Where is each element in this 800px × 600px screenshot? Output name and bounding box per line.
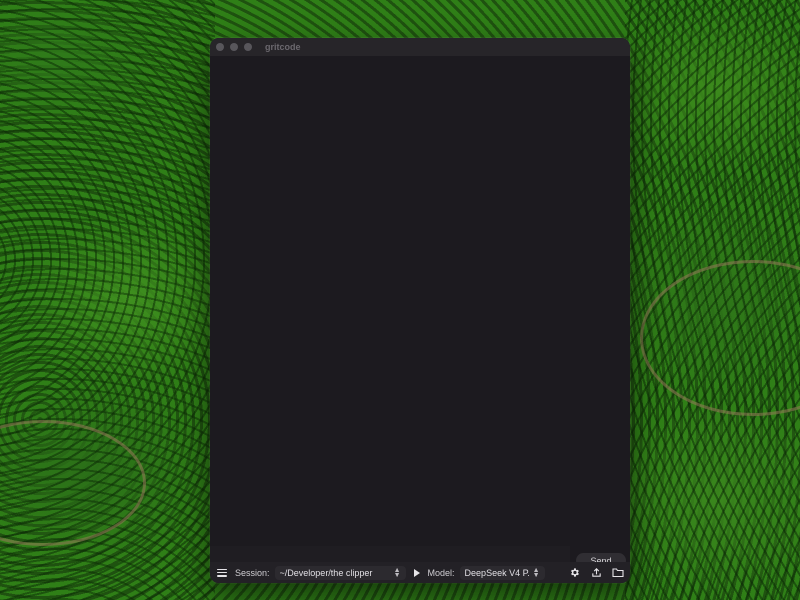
- window-title: gritcode: [265, 42, 301, 52]
- gear-icon[interactable]: [568, 567, 580, 579]
- chevron-updown-icon: ▲ ▼: [532, 566, 540, 579]
- model-label: Model:: [427, 567, 455, 578]
- chat-transcript: Send: [210, 56, 630, 576]
- zoom-window-button[interactable]: [244, 43, 252, 51]
- play-icon[interactable]: [413, 568, 420, 577]
- close-window-button[interactable]: [216, 43, 224, 51]
- upload-icon[interactable]: [590, 567, 602, 579]
- chevron-updown-icon: ▲ ▼: [393, 566, 401, 579]
- session-label: Session:: [235, 567, 270, 578]
- desktop-wallpaper: gritcode Send Session: ~/Developer/the c…: [0, 0, 800, 600]
- hamburger-menu-icon[interactable]: [217, 568, 227, 577]
- session-select[interactable]: ~/Developer/the clipper ▲ ▼: [274, 565, 406, 580]
- title-bar: gritcode: [210, 38, 630, 56]
- model-value: DeepSeek V4 P...: [464, 567, 529, 578]
- folder-icon[interactable]: [612, 567, 624, 579]
- app-window: gritcode Send Session: ~/Developer/the c…: [210, 38, 630, 583]
- bottom-toolbar: Session: ~/Developer/the clipper ▲ ▼ Mode…: [210, 562, 630, 583]
- model-select[interactable]: DeepSeek V4 P... ▲ ▼: [459, 565, 545, 580]
- toolbar-actions: [558, 567, 624, 579]
- session-value: ~/Developer/the clipper: [279, 567, 373, 578]
- minimize-window-button[interactable]: [230, 43, 238, 51]
